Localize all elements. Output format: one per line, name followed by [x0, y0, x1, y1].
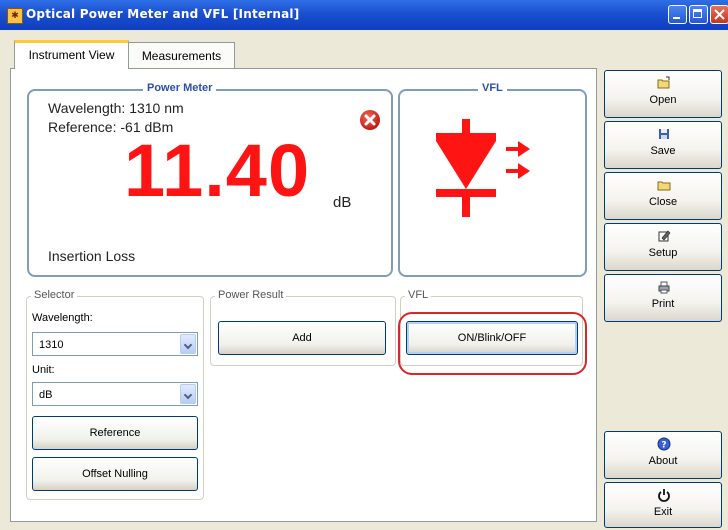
- help-icon: ?: [657, 437, 671, 451]
- open-button[interactable]: Open: [604, 70, 722, 118]
- vfl-panel-title: VFL: [478, 82, 507, 94]
- save-button-label: Save: [650, 145, 676, 157]
- unit-select-value: dB: [39, 389, 53, 401]
- exit-button-label: Exit: [653, 506, 673, 518]
- vfl-control-title: VFL: [405, 289, 432, 301]
- floppy-disk-icon: [659, 129, 669, 139]
- print-button[interactable]: Print: [604, 274, 722, 322]
- power-reading-value: 11.40: [124, 129, 311, 212]
- printer-icon: [658, 281, 670, 294]
- about-button[interactable]: ? About: [604, 431, 722, 479]
- minimize-button[interactable]: [668, 5, 687, 24]
- wavelength-select-value: 1310: [39, 339, 64, 351]
- highlight-annotation: [398, 312, 587, 375]
- add-button[interactable]: Add: [218, 321, 386, 355]
- power-meter-title: Power Meter: [143, 82, 217, 94]
- open-button-label: Open: [649, 94, 677, 106]
- app-window: ✱ Optical Power Meter and VFL [Internal]…: [0, 0, 728, 530]
- folder-icon: [657, 181, 671, 191]
- close-icon: [714, 9, 725, 20]
- close-window-button[interactable]: [710, 5, 728, 24]
- save-button[interactable]: Save: [604, 121, 722, 169]
- title-bar[interactable]: ✱ Optical Power Meter and VFL [Internal]: [0, 0, 728, 30]
- laser-diode-icon: [430, 119, 540, 219]
- chevron-down-icon[interactable]: [180, 384, 196, 404]
- close-button[interactable]: Close: [604, 172, 722, 220]
- svg-text:?: ?: [661, 441, 666, 451]
- about-button-label: About: [648, 455, 678, 467]
- maximize-button[interactable]: [689, 5, 708, 24]
- vfl-panel: VFL: [398, 82, 587, 277]
- chevron-down-icon[interactable]: [180, 334, 196, 354]
- close-button-label: Close: [648, 196, 678, 208]
- tab-instrument-view[interactable]: Instrument View: [14, 40, 129, 69]
- power-reading-unit: dB: [333, 194, 352, 211]
- unit-label: Unit:: [32, 364, 55, 376]
- edit-settings-icon: [658, 230, 671, 242]
- unit-select[interactable]: dB: [32, 382, 198, 406]
- power-meter-panel: Power Meter Wavelength: 1310 nm Referenc…: [27, 82, 393, 277]
- wavelength-readout: Wavelength: 1310 nm: [48, 100, 184, 116]
- setup-button[interactable]: Setup: [604, 223, 722, 271]
- reference-button[interactable]: Reference: [32, 416, 198, 450]
- error-icon[interactable]: [359, 109, 381, 131]
- exit-button[interactable]: Exit: [604, 482, 722, 528]
- app-icon: ✱: [7, 8, 23, 24]
- tab-measurements[interactable]: Measurements: [128, 42, 235, 68]
- window-title: Optical Power Meter and VFL [Internal]: [26, 7, 300, 21]
- power-result-title: Power Result: [215, 289, 287, 301]
- selector-title: Selector: [31, 289, 78, 301]
- setup-button-label: Setup: [648, 247, 678, 259]
- measurement-mode-label: Insertion Loss: [48, 248, 136, 264]
- wavelength-label: Wavelength:: [32, 312, 93, 324]
- offset-nulling-button[interactable]: Offset Nulling: [32, 457, 198, 491]
- wavelength-select[interactable]: 1310: [32, 332, 198, 356]
- open-folder-icon: [657, 76, 670, 89]
- power-icon: [658, 489, 670, 502]
- print-button-label: Print: [651, 298, 675, 310]
